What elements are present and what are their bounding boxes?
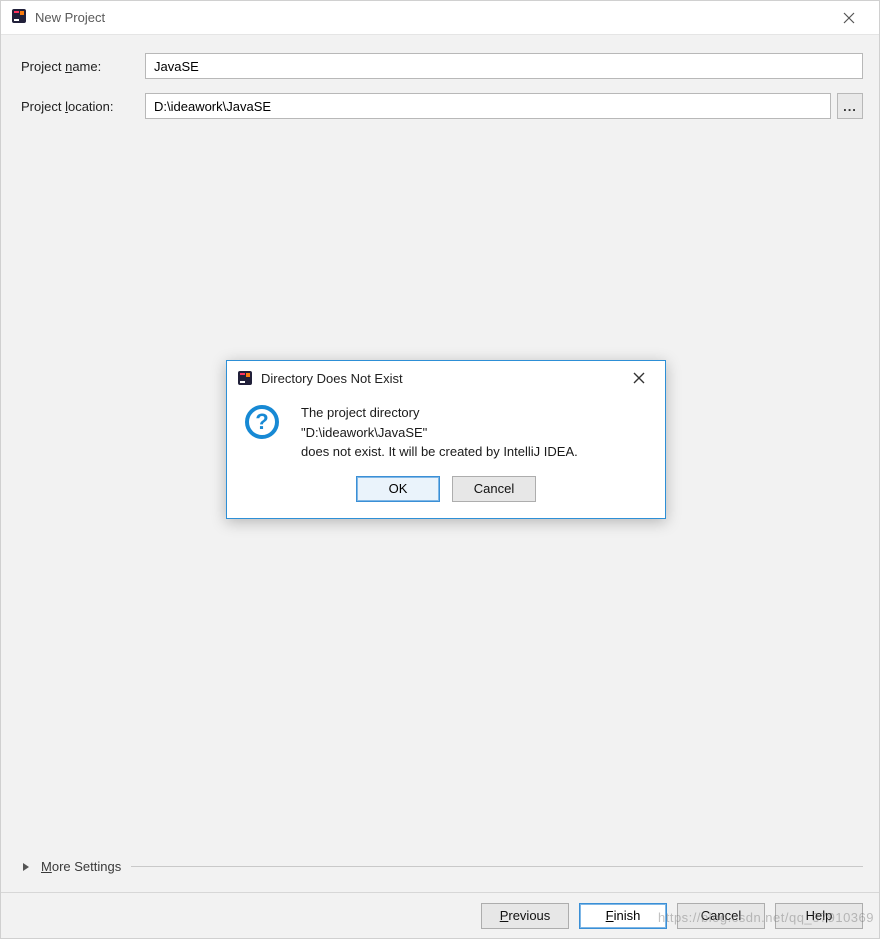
dialog-close-button[interactable] (623, 365, 655, 391)
separator-line (131, 866, 863, 867)
label-part: ore Settings (52, 859, 121, 874)
wizard-footer: Previous Finish Cancel Help (1, 892, 879, 938)
project-location-input[interactable] (145, 93, 831, 119)
label-part: Project (21, 59, 65, 74)
label-mnemonic: M (41, 859, 52, 874)
label-part: ame: (72, 59, 101, 74)
dialog-line: "D:\ideawork\JavaSE" (301, 423, 578, 443)
previous-button[interactable]: Previous (481, 903, 569, 929)
dialog-body: ? The project directory "D:\ideawork\Jav… (227, 395, 665, 472)
close-icon (633, 372, 645, 384)
finish-button[interactable]: Finish (579, 903, 667, 929)
help-button[interactable]: Help (775, 903, 863, 929)
project-name-label: Project name: (21, 59, 145, 74)
project-name-input[interactable] (145, 53, 863, 79)
question-icon: ? (245, 405, 279, 439)
dialog-message: The project directory "D:\ideawork\JavaS… (301, 403, 578, 462)
cancel-button[interactable]: Cancel (677, 903, 765, 929)
label-part: Project (21, 99, 65, 114)
dialog-titlebar: Directory Does Not Exist (227, 361, 665, 395)
project-location-row: Project location: ... (21, 93, 863, 119)
label-part: inish (614, 908, 641, 923)
window-titlebar: New Project (1, 1, 879, 35)
label-mnemonic: F (606, 908, 614, 923)
directory-not-exist-dialog: Directory Does Not Exist ? The project d… (226, 360, 666, 519)
project-location-label: Project location: (21, 99, 145, 114)
more-settings-label: More Settings (41, 859, 121, 874)
label-mnemonic: P (500, 908, 509, 923)
window-title: New Project (35, 10, 105, 25)
label-part: revious (508, 908, 550, 923)
dialog-footer: OK Cancel (227, 472, 665, 518)
dialog-line: The project directory (301, 403, 578, 423)
close-icon (843, 12, 855, 24)
disclosure-triangle-icon (21, 862, 31, 872)
dialog-title: Directory Does Not Exist (261, 371, 403, 386)
more-settings-row[interactable]: More Settings (21, 855, 863, 884)
intellij-icon (237, 370, 253, 386)
intellij-icon (11, 8, 27, 27)
browse-button[interactable]: ... (837, 93, 863, 119)
project-name-row: Project name: (21, 53, 863, 79)
ok-button[interactable]: OK (356, 476, 440, 502)
dialog-line: does not exist. It will be created by In… (301, 442, 578, 462)
dialog-cancel-button[interactable]: Cancel (452, 476, 536, 502)
window-close-button[interactable] (827, 3, 871, 33)
label-part: ocation: (68, 99, 114, 114)
